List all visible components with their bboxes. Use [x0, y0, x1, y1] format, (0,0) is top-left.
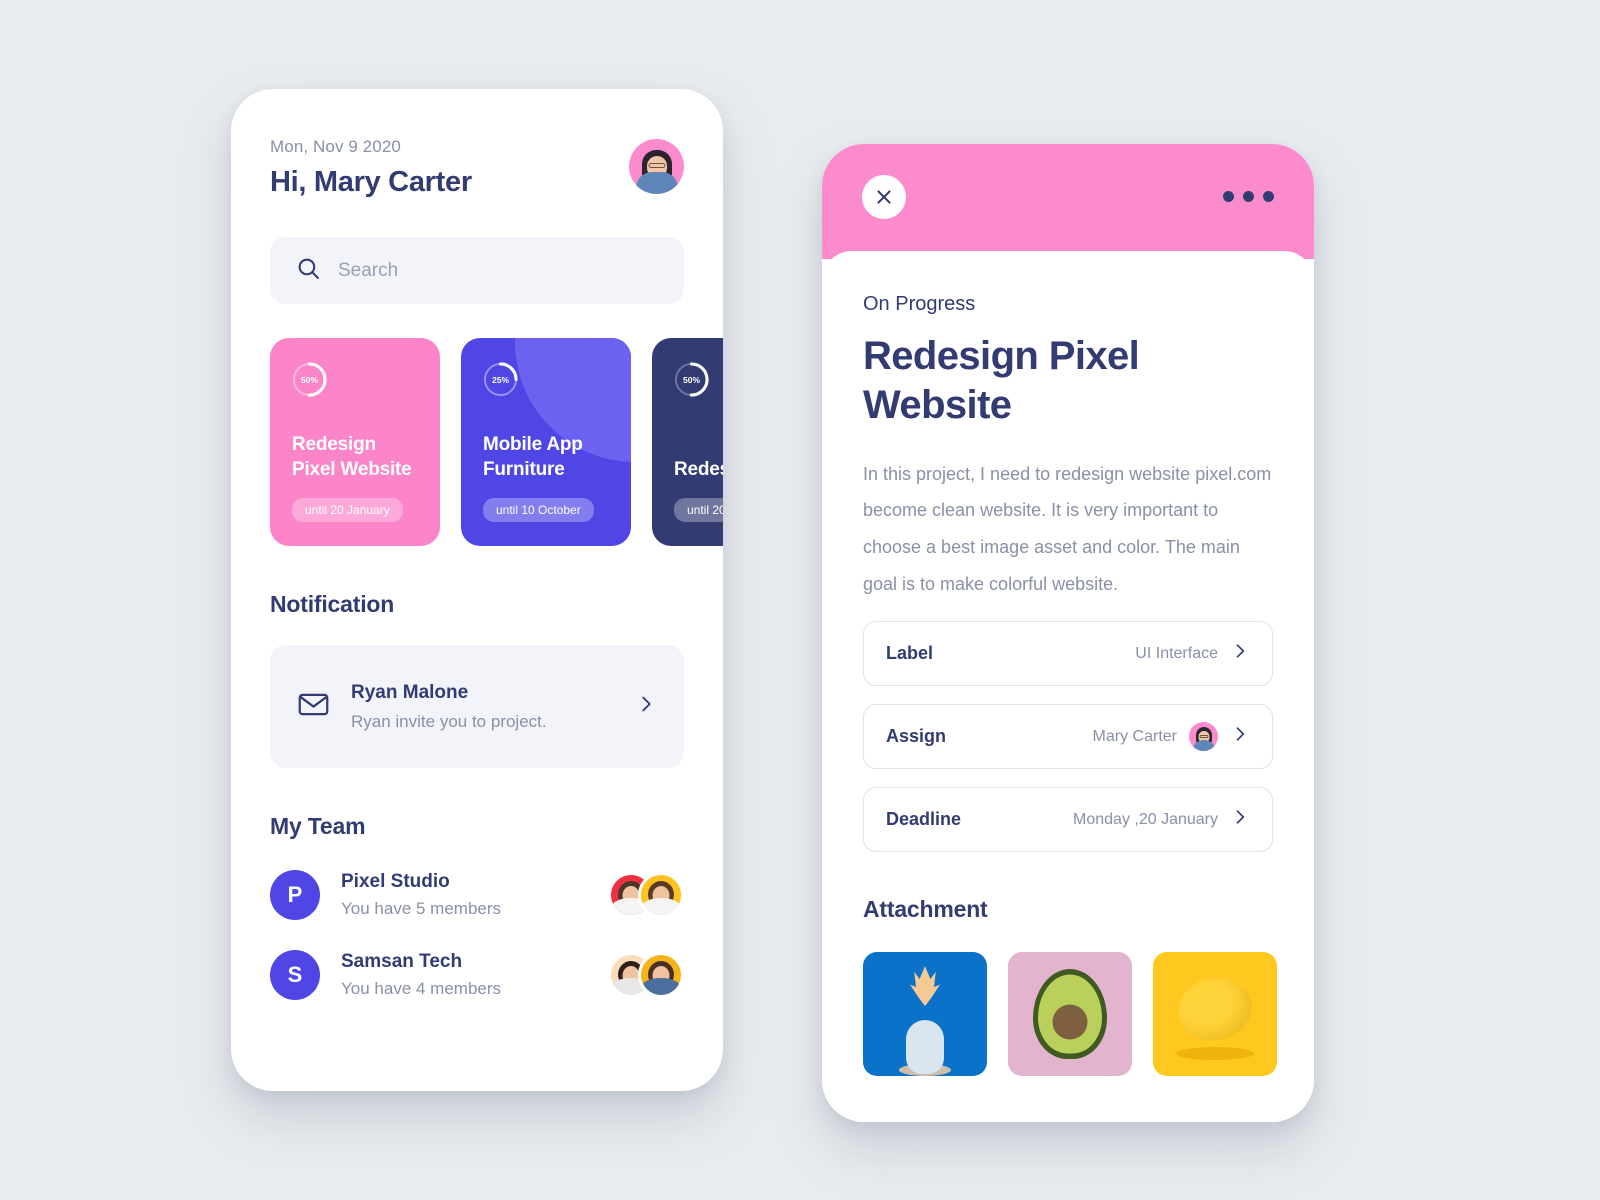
team-texts: Pixel Studio You have 5 members	[341, 871, 587, 919]
lemon-body	[1172, 971, 1258, 1048]
notification-texts: Ryan Malone Ryan invite you to project.	[351, 682, 614, 732]
team-member-count: You have 5 members	[341, 899, 502, 918]
more-options-button[interactable]	[1223, 191, 1274, 202]
greeting-block: Mon, Nov 9 2020 Hi, Mary Carter	[270, 137, 472, 199]
project-title: Mobile App Furniture	[483, 433, 583, 481]
progress-label: 50%	[682, 374, 700, 385]
close-button[interactable]	[862, 175, 906, 219]
row-value: Monday ,20 January	[1073, 810, 1218, 828]
attachment-list	[863, 952, 1277, 1077]
assignee-avatar	[1189, 722, 1218, 752]
pineapple-body	[906, 1020, 944, 1075]
project-due-badge: until 20 January	[674, 498, 723, 522]
envelope-icon	[297, 688, 330, 726]
avatar[interactable]	[629, 139, 684, 194]
project-due-badge: until 10 October	[483, 498, 594, 522]
chevron-right-icon[interactable]	[1230, 807, 1250, 832]
member-avatar[interactable]	[638, 872, 684, 918]
notification-item[interactable]: Ryan Malone Ryan invite you to project.	[270, 645, 684, 768]
team-avatar-stack[interactable]	[608, 872, 684, 918]
avocado-pit	[1052, 1004, 1088, 1040]
project-title: Redesign Pixel Website	[292, 433, 412, 481]
task-detail-phone: On Progress Redesign Pixel Website In th…	[822, 144, 1314, 1122]
progress-ring: 25%	[483, 362, 518, 397]
project-title: Redesign Ikea	[674, 459, 723, 481]
team-item-samsan-tech[interactable]: S Samsan Tech You have 4 members	[270, 950, 684, 1000]
member-avatar[interactable]	[638, 952, 684, 998]
progress-ring: 50%	[292, 362, 327, 397]
row-key: Assign	[886, 726, 947, 747]
avatar-body	[635, 172, 678, 194]
chevron-right-icon[interactable]	[1230, 724, 1250, 749]
home-header: Mon, Nov 9 2020 Hi, Mary Carter	[270, 137, 684, 199]
project-card[interactable]: 25% Mobile App Furniture until 10 Octobe…	[461, 338, 631, 546]
home-content: Mon, Nov 9 2020 Hi, Mary Carter Search 5…	[231, 89, 723, 1000]
search-placeholder: Search	[338, 259, 399, 281]
search-icon	[296, 256, 321, 286]
avatar-body	[1192, 740, 1215, 752]
dot	[1243, 191, 1254, 202]
progress-label: 50%	[300, 374, 318, 385]
team-member-count: You have 4 members	[341, 979, 502, 998]
home-screen-phone: Mon, Nov 9 2020 Hi, Mary Carter Search 5…	[231, 89, 723, 1091]
row-key: Label	[886, 643, 934, 664]
notification-message: Ryan invite you to project.	[351, 711, 547, 731]
detail-row-assign[interactable]: Assign Mary Carter	[863, 704, 1273, 770]
row-value: UI Interface	[1135, 644, 1218, 662]
team-initial-badge: S	[270, 950, 320, 1000]
progress-label: 25%	[491, 374, 509, 385]
progress-ring: 50%	[674, 362, 709, 397]
avatar-glasses	[648, 163, 665, 168]
team-avatar-stack[interactable]	[608, 952, 684, 998]
team-item-pixel-studio[interactable]: P Pixel Studio You have 5 members	[270, 870, 684, 920]
project-cards-carousel[interactable]: 50% Redesign Pixel Website until 20 Janu…	[270, 338, 723, 546]
row-key: Deadline	[886, 809, 962, 830]
detail-row-deadline[interactable]: Deadline Monday ,20 January	[863, 787, 1273, 853]
canvas: Mon, Nov 9 2020 Hi, Mary Carter Search 5…	[0, 0, 1600, 1200]
notification-section-title: Notification	[270, 591, 395, 617]
avatar-glasses	[1199, 735, 1208, 739]
attachment-section-title: Attachment	[863, 896, 988, 923]
dot	[1223, 191, 1234, 202]
attachment-thumbnail-avocado[interactable]	[1008, 952, 1132, 1077]
team-name: Pixel Studio	[341, 871, 450, 892]
search-input[interactable]: Search	[270, 237, 684, 304]
current-date: Mon, Nov 9 2020	[270, 137, 401, 156]
chevron-right-icon[interactable]	[1230, 641, 1250, 666]
lemon-shadow	[1176, 1047, 1254, 1061]
project-card[interactable]: 50% Redesign Pixel Website until 20 Janu…	[270, 338, 440, 546]
team-texts: Samsan Tech You have 4 members	[341, 951, 587, 999]
team-initial-badge: P	[270, 870, 320, 920]
task-description: In this project, I need to redesign webs…	[863, 463, 1272, 595]
project-card[interactable]: 50% Redesign Ikea until 20 January	[652, 338, 723, 546]
attachment-thumbnail-pineapple[interactable]	[863, 952, 987, 1077]
page-title: Hi, Mary Carter	[270, 166, 472, 198]
team-name: Samsan Tech	[341, 951, 463, 972]
project-due-badge: until 20 January	[292, 498, 403, 522]
row-value: Mary Carter	[1092, 727, 1177, 745]
attachment-thumbnail-lemon[interactable]	[1153, 952, 1277, 1077]
status-label: On Progress	[863, 293, 976, 315]
detail-header-bar	[822, 144, 1314, 259]
detail-sheet: On Progress Redesign Pixel Website In th…	[822, 251, 1314, 1122]
pineapple-leaves	[910, 966, 940, 1007]
task-title: Redesign Pixel Website	[863, 334, 1140, 427]
team-section-title: My Team	[270, 813, 366, 839]
dot	[1263, 191, 1274, 202]
notification-sender: Ryan Malone	[351, 681, 469, 703]
chevron-right-icon[interactable]	[635, 693, 657, 720]
detail-row-label[interactable]: Label UI Interface	[863, 621, 1273, 687]
